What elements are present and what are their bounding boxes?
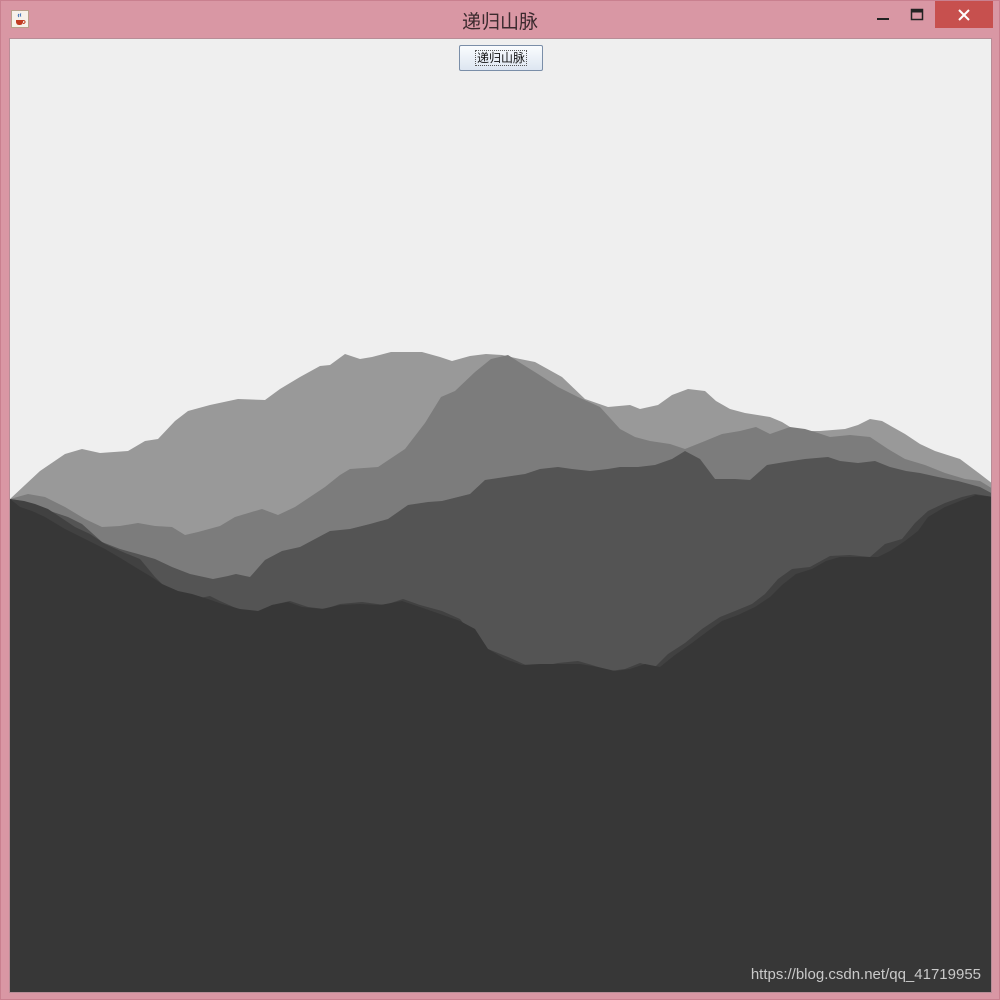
mountain-range [10,352,991,992]
close-icon [958,8,970,21]
minimize-button[interactable] [867,1,899,28]
maximize-button[interactable] [901,1,933,28]
recursive-mountains-button[interactable]: 递归山脉 [459,45,543,71]
drawing-canvas: 递归山脉 https://blog.csdn.net/qq_41719955 [9,38,992,993]
app-window: 递归山脉 递归山脉 https://blog.csdn.net/qq_41719… [0,0,1000,1000]
window-title: 递归山脉 [461,11,538,33]
title-bar[interactable]: 递归山脉 [1,1,999,37]
maximize-icon [910,8,924,20]
watermark-text: https://blog.csdn.net/qq_41719955 [750,966,981,983]
button-label: 递归山脉 [474,50,528,66]
close-button[interactable] [935,1,993,28]
minimize-icon [877,17,889,20]
